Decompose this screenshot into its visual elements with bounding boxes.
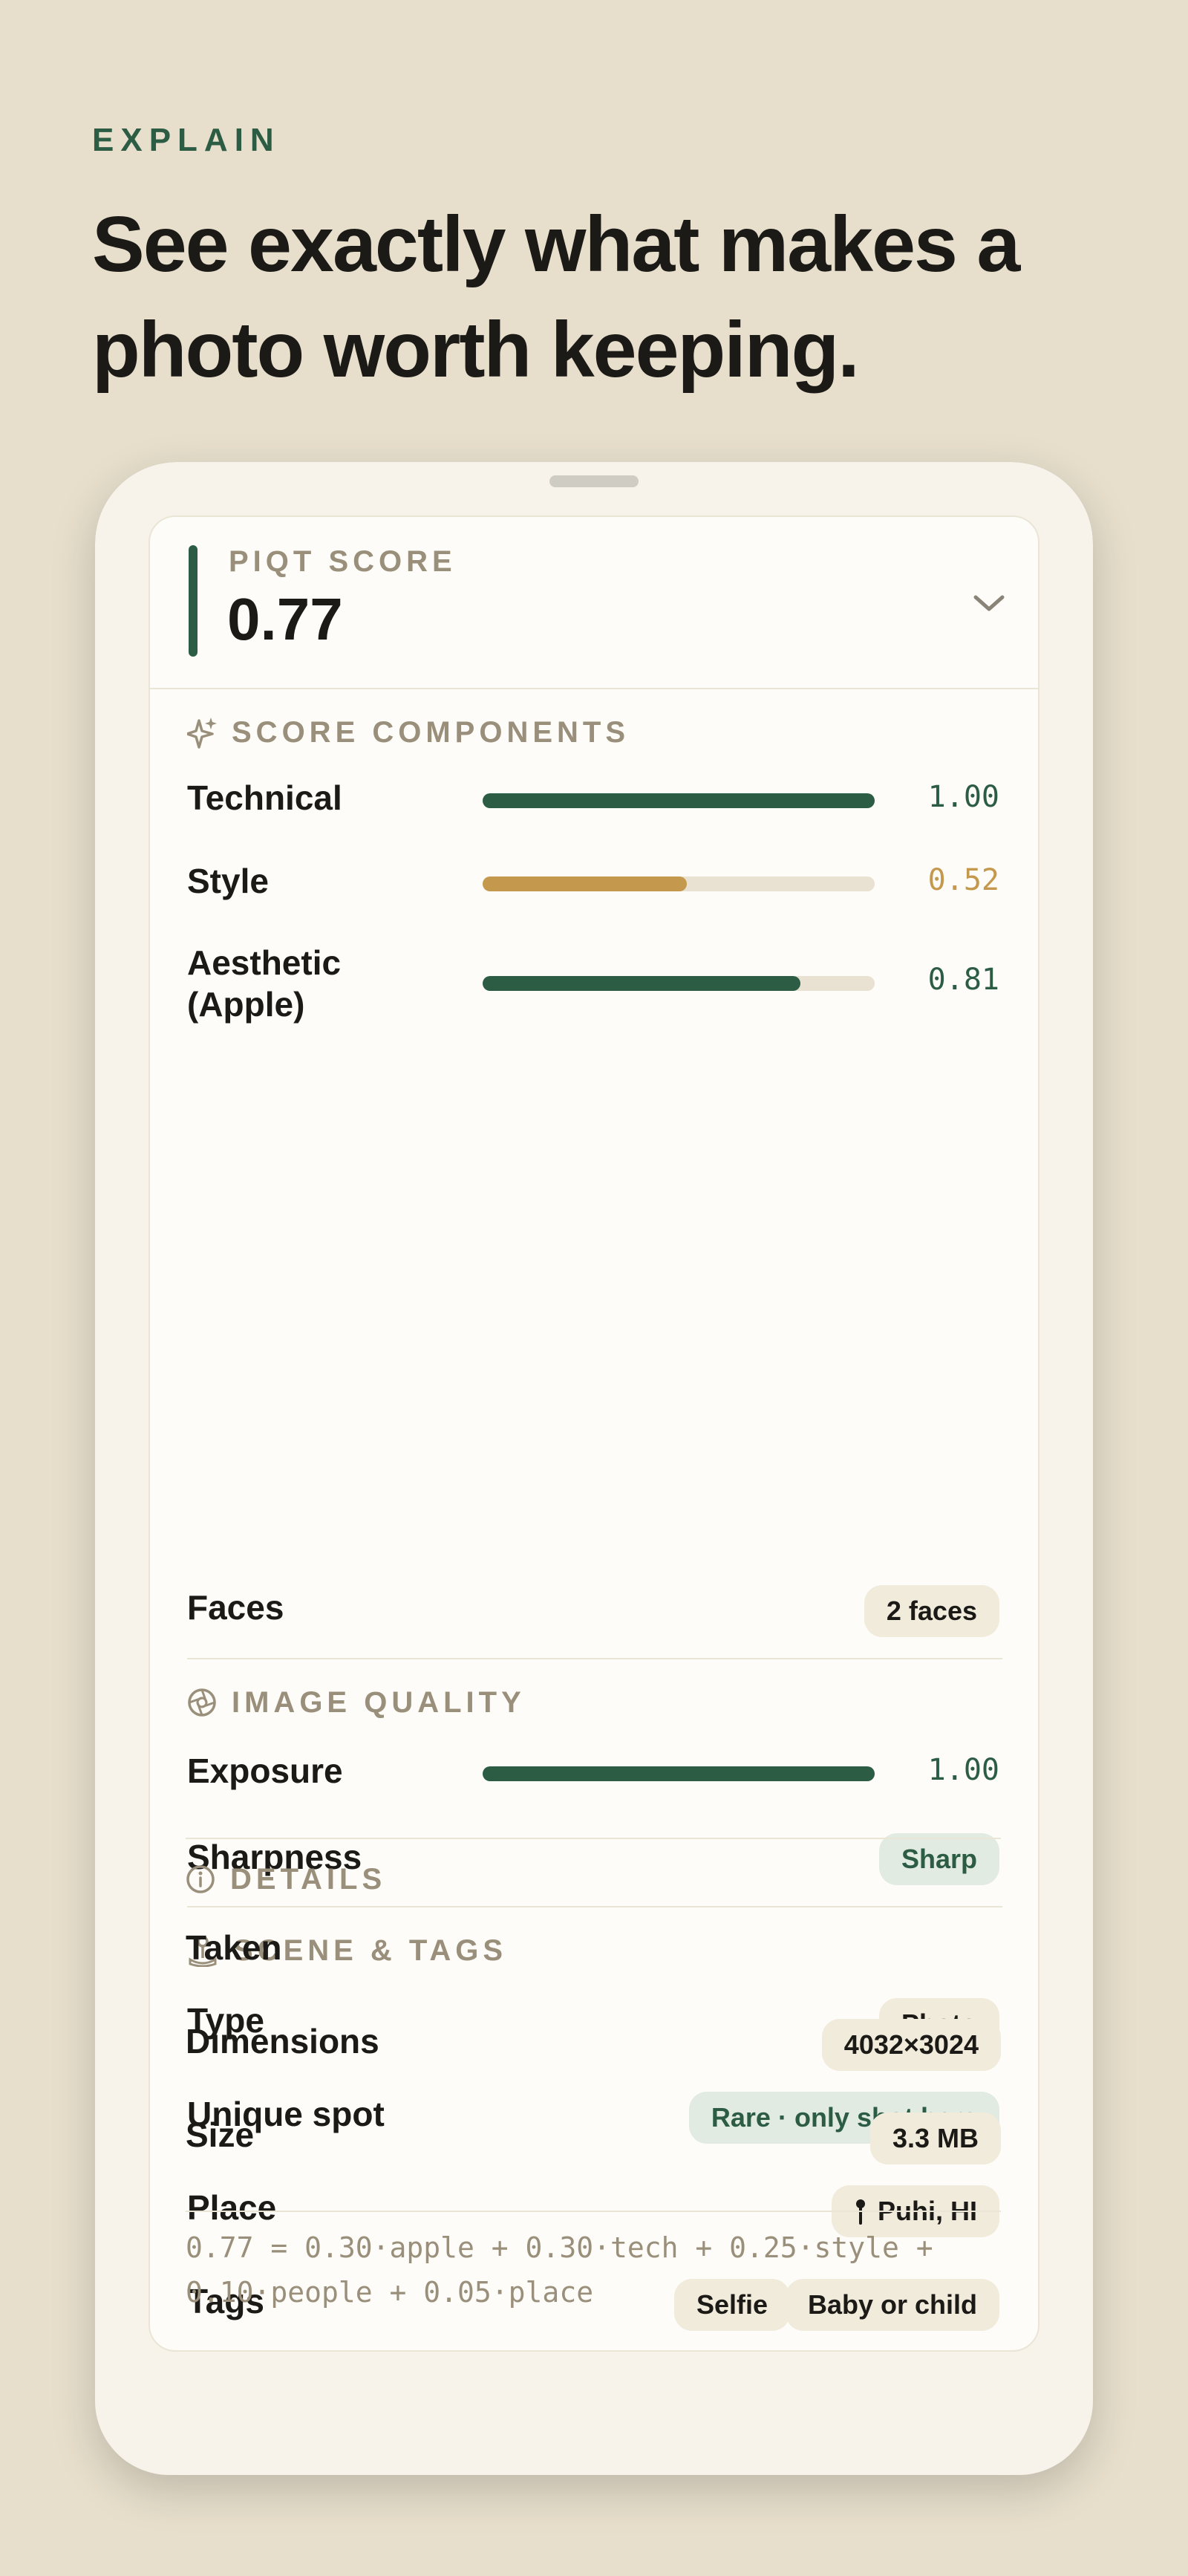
divider [186, 2211, 1001, 2212]
score-formula: 0.77 = 0.30·apple + 0.30·tech + 0.25·sty… [186, 2225, 1002, 2315]
formula-line: 0.77 = 0.30·apple + 0.30·tech + 0.25·sty… [186, 2231, 933, 2264]
headline: See exactly what makes a photo worth kee… [92, 201, 1020, 394]
formula-line: 0.10·people + 0.05·place [186, 2276, 594, 2309]
sheet-grabber[interactable] [549, 475, 639, 487]
details-wrapper: DETAILS Taken Dimensions 4032×3024 Size … [148, 515, 1040, 2352]
section-title: DETAILS [230, 1862, 387, 1896]
size-badge: 3.3 MB [869, 2112, 1001, 2164]
dimensions-badge: 4032×3024 [821, 2019, 1001, 2071]
section-details: DETAILS [186, 1857, 386, 1902]
taken-label: Taken [186, 1928, 282, 1967]
info-icon [186, 1865, 215, 1893]
dimensions-label: Dimensions [186, 2022, 379, 2061]
eyebrow: EXPLAIN [92, 122, 281, 158]
size-label: Size [186, 2115, 255, 2154]
